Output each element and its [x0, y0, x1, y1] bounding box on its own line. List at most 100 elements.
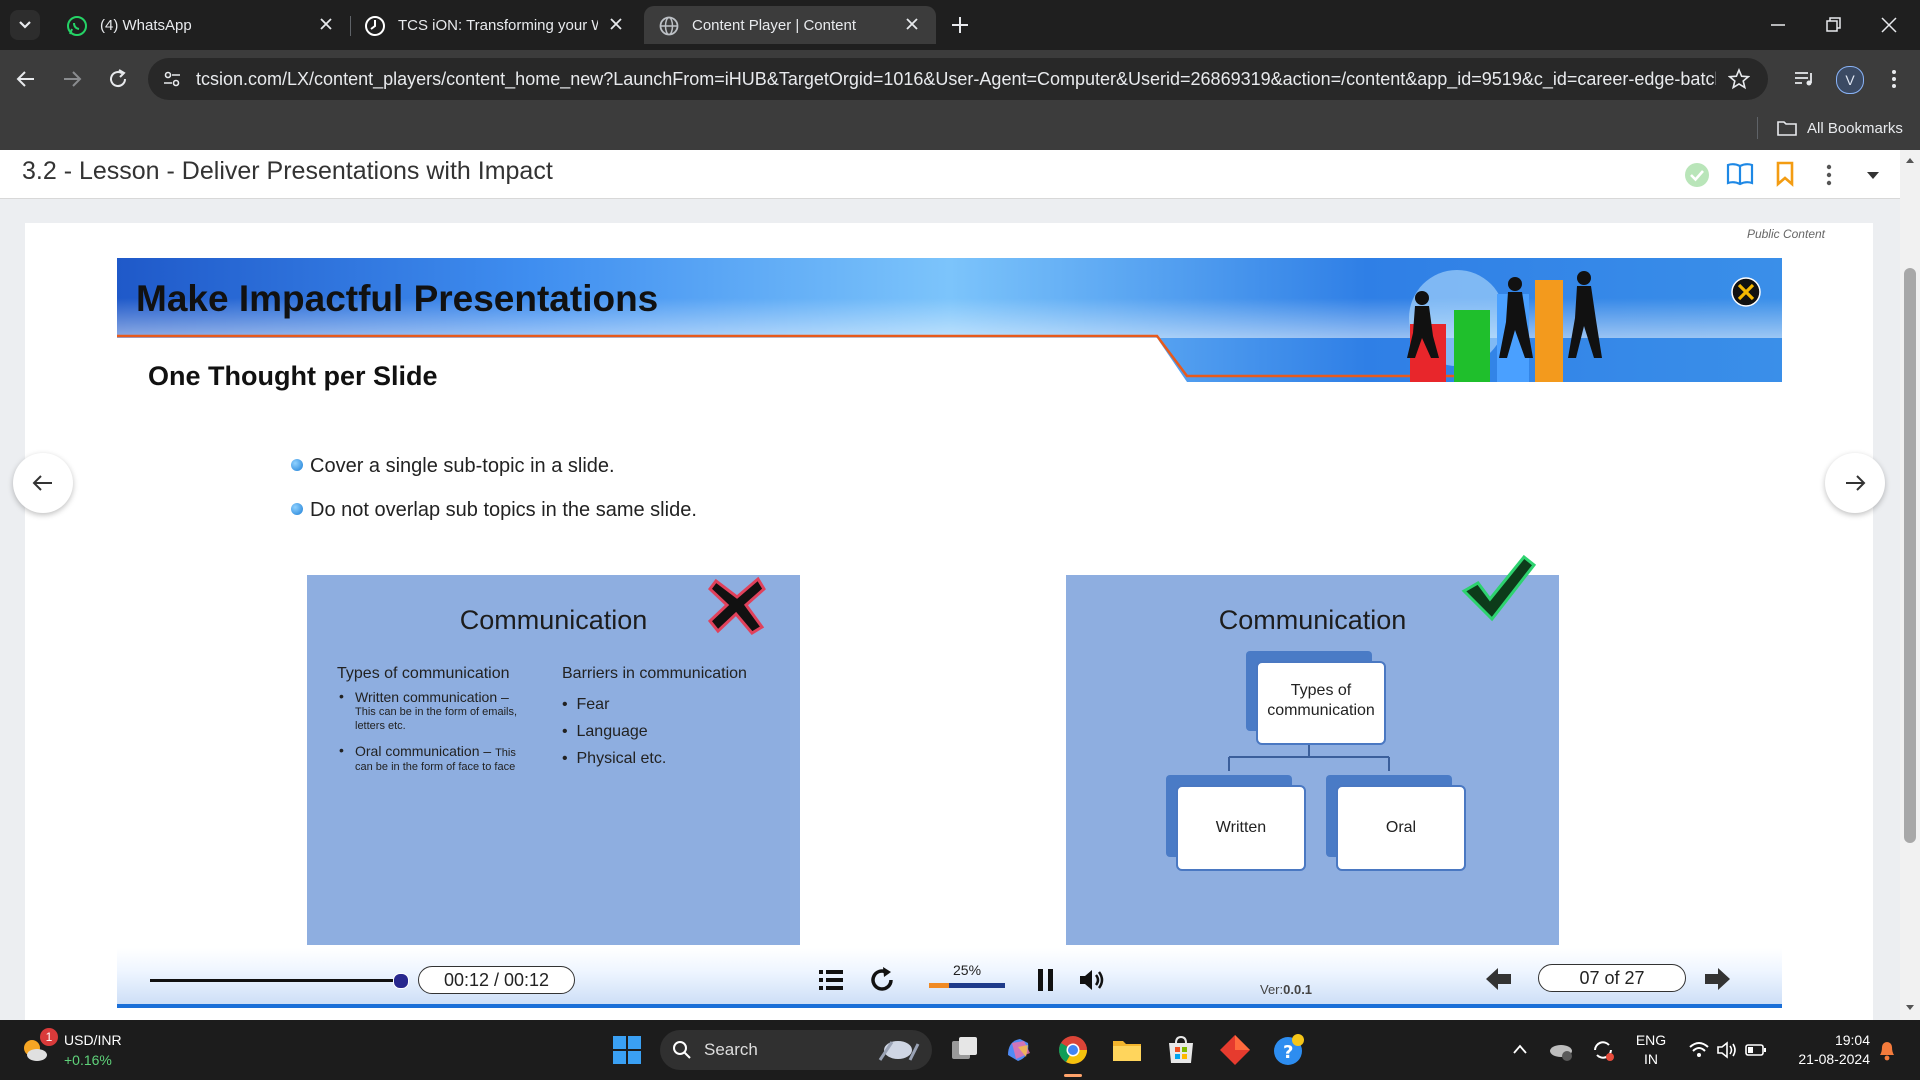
types-column: Types of communication • Written communi… [337, 665, 537, 774]
address-bar[interactable]: tcsion.com/LX/content_players/content_ho… [148, 58, 1768, 100]
site-settings-icon[interactable] [162, 69, 182, 89]
scroll-up-icon[interactable] [1905, 156, 1915, 164]
help-icon[interactable]: ? [1272, 1033, 1306, 1067]
copilot-icon[interactable] [1002, 1033, 1036, 1067]
menu-list-icon[interactable] [817, 966, 845, 994]
bullet-item: Cover a single sub-topic in a slide. [291, 455, 615, 478]
forward-icon[interactable] [60, 67, 84, 91]
completed-check-icon[interactable] [1684, 162, 1710, 188]
org-child-label: Written [1215, 819, 1267, 836]
bookmark-icon[interactable] [1774, 161, 1796, 187]
badge-count: 1 [45, 1030, 53, 1044]
types-heading: Types of communication [337, 665, 510, 682]
org-child-box: Written [1176, 785, 1306, 871]
time-text: 00:12 / 00:12 [443, 970, 550, 990]
media-controls-icon[interactable] [1792, 67, 1816, 91]
reload-icon[interactable] [106, 67, 130, 91]
bullet-dot [291, 503, 303, 515]
clock-time: 19:04 [1834, 1032, 1870, 1048]
tab-label: Content Player | Content [692, 17, 856, 34]
task-view-icon[interactable] [948, 1033, 982, 1067]
windows-start-icon[interactable] [612, 1035, 642, 1065]
org-child-box: Oral [1336, 785, 1466, 871]
language-indicator[interactable]: ENG IN [1630, 1031, 1672, 1069]
language-top: ENG [1635, 1032, 1667, 1048]
more-options-icon[interactable] [1818, 162, 1840, 188]
next-arrow-button[interactable] [1825, 453, 1885, 513]
show-hidden-icons-icon[interactable] [1512, 1042, 1528, 1056]
scroll-down-icon[interactable] [1905, 1004, 1915, 1012]
volume-icon[interactable] [1077, 966, 1107, 994]
previous-arrow-button[interactable] [13, 453, 73, 513]
barriers-column: Barriers in communication • Fear • Langu… [562, 665, 782, 772]
svg-text:?: ? [1283, 1042, 1293, 1063]
barrier-text: Physical etc. [576, 750, 667, 767]
types-item: • Oral communication – This can be in th… [337, 742, 537, 774]
chrome-icon[interactable] [1056, 1033, 1090, 1067]
restore-icon[interactable] [1822, 14, 1844, 36]
speed-label: 25% [953, 962, 982, 978]
language-bottom: IN [1644, 1051, 1658, 1067]
tab-search-icon[interactable] [10, 10, 40, 40]
dropdown-arrow-icon[interactable] [1864, 168, 1882, 182]
slide-title: Make Impactful Presentations [136, 278, 659, 319]
org-root-label: Types of communication [1267, 682, 1375, 719]
close-icon[interactable] [316, 14, 336, 34]
close-icon[interactable] [606, 14, 626, 34]
microsoft-store-icon[interactable] [1164, 1033, 1198, 1067]
barrier-item: • Language [562, 723, 648, 740]
clock[interactable]: 19:04 21-08-2024 [1780, 1031, 1870, 1069]
page-scrollbar[interactable] [1900, 150, 1920, 1020]
back-icon[interactable] [14, 67, 38, 91]
org-chart-connectors [1228, 743, 1390, 771]
book-icon[interactable] [1726, 161, 1754, 187]
bullet-mark: • [339, 688, 344, 704]
types-item-detail-inline: This [495, 747, 516, 759]
scrollbar-thumb[interactable] [1904, 268, 1916, 843]
tab-whatsapp[interactable]: (4) WhatsApp [52, 6, 350, 44]
time-display: 00:12 / 00:12 [418, 966, 575, 994]
types-item-main: Written communication – [355, 689, 509, 705]
minimize-icon[interactable] [1767, 14, 1789, 36]
weather-ticker-widget[interactable]: 1 USD/INR +0.16% [20, 1028, 150, 1072]
search-highlight-icon [878, 1041, 920, 1061]
window-close-icon[interactable] [1878, 14, 1900, 36]
next-slide-icon[interactable] [1702, 966, 1732, 992]
replay-icon[interactable] [868, 966, 896, 994]
new-tab-icon[interactable] [949, 14, 971, 36]
barriers-heading: Barriers in communication [562, 665, 747, 682]
globe-icon [659, 16, 679, 36]
speed-fill [929, 983, 949, 988]
tab-tcs-ion[interactable]: TCS iON: Transforming your Wo [350, 6, 640, 44]
wifi-icon[interactable] [1688, 1040, 1710, 1060]
good-example-slide: Communication Types of communication Wri… [1066, 554, 1559, 945]
red-diamond-app-icon[interactable] [1218, 1033, 1252, 1067]
pause-icon[interactable] [1033, 966, 1059, 994]
prev-slide-icon[interactable] [1484, 966, 1514, 992]
taskbar-search[interactable]: Search [660, 1030, 932, 1070]
battery-icon[interactable] [1744, 1041, 1768, 1059]
seek-knob[interactable] [393, 973, 409, 989]
speaker-icon[interactable] [1716, 1040, 1738, 1060]
profile-avatar[interactable]: V [1836, 66, 1864, 94]
bullet-text: Cover a single sub-topic in a slide. [310, 455, 615, 477]
file-explorer-icon[interactable] [1110, 1033, 1144, 1067]
barrier-item: • Physical etc. [562, 750, 667, 767]
types-item: • Written communication – This can be in… [337, 688, 537, 733]
page-counter: 07 of 27 [1538, 964, 1686, 992]
speed-control[interactable]: 25% [929, 962, 1009, 992]
bookmark-star-icon[interactable] [1728, 68, 1750, 90]
sync-icon[interactable] [1590, 1038, 1616, 1062]
ticker-change: +0.16% [64, 1052, 112, 1068]
browser-toolbar: tcsion.com/LX/content_players/content_ho… [0, 50, 1920, 107]
menu-kebab-icon[interactable] [1882, 67, 1906, 91]
close-icon[interactable] [902, 14, 922, 34]
tab-content-player[interactable]: Content Player | Content [644, 6, 936, 44]
lesson-title: 3.2 - Lesson - Deliver Presentations wit… [22, 157, 553, 185]
org-child-label: Oral [1385, 819, 1417, 836]
slide-player: Make Impactful Presentations One Thought… [117, 258, 1782, 1010]
onedrive-icon[interactable] [1548, 1038, 1574, 1062]
url-text[interactable]: tcsion.com/LX/content_players/content_ho… [196, 69, 1716, 90]
notification-bell-icon[interactable] [1876, 1038, 1898, 1062]
types-item-main: Oral communication – [355, 743, 496, 759]
